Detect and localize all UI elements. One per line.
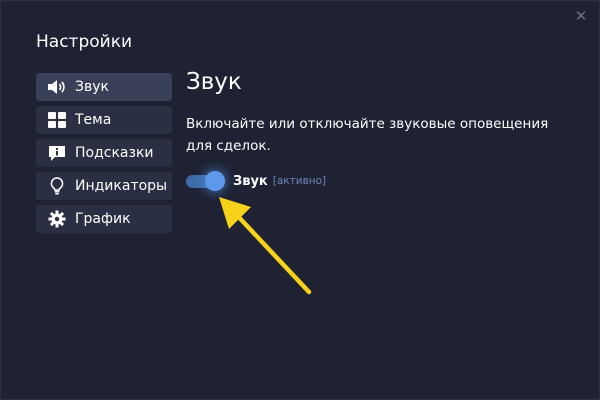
- dialog-title: Настройки: [36, 32, 133, 52]
- toggle-knob: [205, 171, 225, 191]
- sidebar-item-indicators[interactable]: Индикаторы: [36, 172, 172, 200]
- grid-icon: [46, 109, 68, 131]
- sound-toggle[interactable]: [186, 171, 225, 191]
- sidebar-item-theme[interactable]: Тема: [36, 106, 172, 134]
- settings-content: Звук Включайте или отключайте звуковые о…: [186, 69, 576, 194]
- toggle-status: [активно]: [272, 175, 327, 187]
- toggle-label: Звук: [233, 173, 268, 189]
- sidebar-item-label: Звук: [75, 79, 109, 95]
- lightbulb-icon: [46, 175, 68, 197]
- sidebar-item-label: Подсказки: [75, 145, 154, 161]
- gear-icon: [46, 208, 68, 230]
- sidebar-item-label: Тема: [75, 112, 112, 128]
- sidebar-item-chart[interactable]: График: [36, 205, 172, 233]
- section-description: Включайте или отключайте звуковые оповещ…: [186, 116, 549, 154]
- sidebar-item-hints[interactable]: Подсказки: [36, 139, 172, 167]
- section-title: Звук: [186, 69, 242, 95]
- settings-sidebar: Звук Тема Подсказки Индикаторы График: [36, 73, 172, 238]
- arrow-pointer-icon: [219, 197, 312, 295]
- speaker-icon: [46, 76, 68, 98]
- sidebar-item-sound[interactable]: Звук: [36, 73, 172, 101]
- close-icon[interactable]: ✕: [571, 6, 591, 26]
- sidebar-item-label: График: [75, 211, 131, 227]
- sidebar-item-label: Индикаторы: [75, 178, 168, 194]
- info-icon: [46, 142, 68, 164]
- settings-dialog: ✕ Настройки Звук Тема Подсказки Индикато…: [0, 0, 600, 400]
